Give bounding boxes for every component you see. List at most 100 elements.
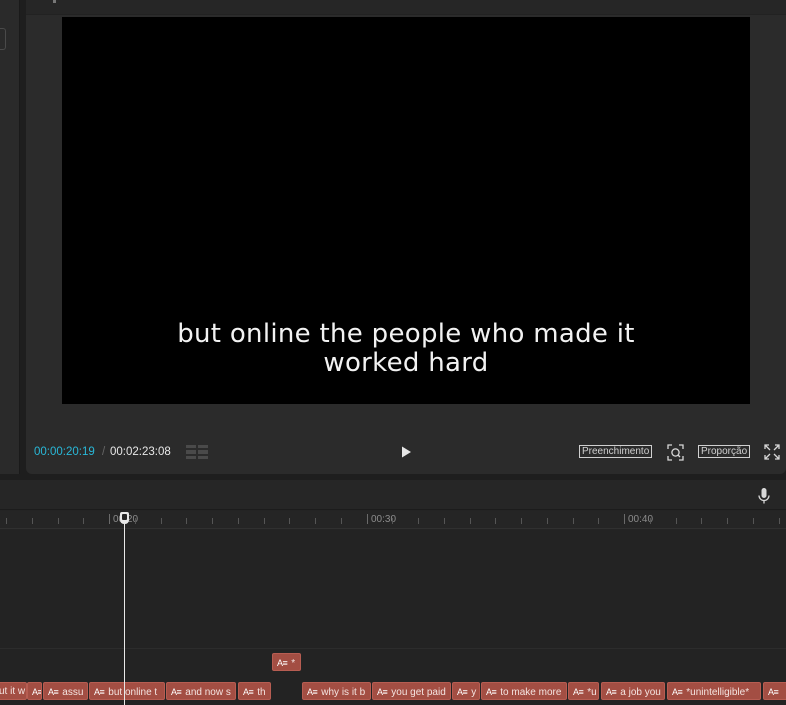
ruler-tick	[676, 518, 677, 524]
text-clip-icon: A≡	[377, 687, 388, 697]
panel-collapse-handle[interactable]	[0, 28, 6, 50]
time-ruler[interactable]: 00:20 00:30 00:40	[0, 511, 786, 529]
clip-label: th	[257, 687, 266, 698]
subtitle-clip[interactable]: A≡ assu	[43, 682, 88, 700]
text-clip-icon: A≡	[606, 687, 617, 697]
ruler-tick	[392, 518, 393, 524]
ruler-tick	[521, 518, 522, 524]
left-panel	[0, 0, 20, 474]
subtitle-clip-upper[interactable]: A≡ *	[272, 653, 301, 671]
subtitle-clip[interactable]: A≡	[27, 682, 42, 700]
video-preview[interactable]: but online the people who made it worked…	[62, 17, 750, 404]
ruler-tick	[83, 518, 84, 524]
subtitle-clip[interactable]: A≡ you get paid	[372, 682, 451, 700]
clip-label: but online t	[108, 687, 158, 698]
clip-label: *	[291, 658, 296, 669]
subtitle-clip[interactable]: A≡ and now s	[166, 682, 236, 700]
grid-view-icon[interactable]	[186, 445, 208, 459]
ruler-tick	[238, 518, 239, 524]
header-marker	[53, 0, 56, 3]
clip-label: you get paid	[391, 687, 446, 698]
text-clip-icon: A≡	[48, 687, 59, 697]
ruler-tick	[753, 518, 754, 524]
text-clip-icon: A≡	[171, 687, 182, 697]
text-clip-icon: A≡	[94, 687, 105, 697]
ruler-tick	[624, 514, 625, 524]
clip-label: and now s	[185, 687, 231, 698]
timeline-toolbar	[0, 480, 786, 510]
current-timecode: 00:00:20:19	[34, 446, 95, 458]
subtitle-clip[interactable]: A≡ but online t	[89, 682, 165, 700]
timecode-separator: /	[102, 446, 106, 458]
editor-window: but online the people who made it worked…	[0, 0, 786, 705]
ruler-tick	[779, 518, 780, 524]
text-clip-icon: A≡	[243, 687, 254, 697]
fill-mode-button[interactable]: Preenchimento	[579, 445, 653, 458]
ruler-tick	[495, 518, 496, 524]
subtitle-caption: but online the people who made it worked…	[62, 320, 750, 378]
text-clip-icon: A≡	[277, 658, 288, 668]
ruler-tick	[341, 518, 342, 524]
ruler-tick	[264, 518, 265, 524]
ruler-tick	[161, 518, 162, 524]
caption-line-1: but online the people who made it	[177, 319, 635, 349]
microphone-icon[interactable]	[756, 487, 772, 505]
ruler-tick	[212, 518, 213, 524]
player-controls: 00:00:20:19 / 00:02:23:08 Preenchimento …	[26, 438, 786, 466]
text-clip-icon: A≡	[457, 687, 468, 697]
play-icon[interactable]	[398, 444, 414, 460]
ruler-tick	[315, 518, 316, 524]
clip-label: a job you	[620, 687, 661, 698]
aspect-ratio-button[interactable]: Proporção	[698, 445, 751, 458]
text-clip-icon: A≡	[768, 687, 779, 697]
track-divider	[0, 648, 786, 649]
subtitle-clip[interactable]: A≡ why is it b	[302, 682, 371, 700]
fullscreen-icon[interactable]	[764, 444, 780, 460]
clip-label: why is it b	[321, 687, 366, 698]
ruler-tick	[650, 518, 651, 524]
clip-label: y	[471, 687, 477, 698]
ruler-tick	[289, 518, 290, 524]
text-clip-icon: A≡	[486, 687, 497, 697]
text-clip-icon: A≡	[307, 687, 318, 697]
text-clip-icon: A≡	[573, 687, 584, 697]
ruler-tick	[470, 518, 471, 524]
ruler-tick	[58, 518, 59, 524]
focus-frame-icon[interactable]	[667, 444, 684, 461]
subtitle-clip[interactable]: A≡	[763, 682, 786, 700]
clip-label: ut it w	[0, 686, 26, 697]
clip-label: *unintelligible*	[686, 687, 750, 698]
subtitle-clip[interactable]: A≡ a job you	[601, 682, 665, 700]
subtitle-clip[interactable]: A≡ y	[452, 682, 480, 700]
subtitle-clip[interactable]: ut it w	[0, 682, 27, 700]
ruler-tick	[367, 514, 368, 524]
ruler-tick	[135, 518, 136, 524]
ruler-tick	[727, 518, 728, 524]
text-clip-icon: A≡	[32, 687, 42, 697]
ruler-tick	[109, 514, 110, 524]
ruler-tick	[186, 518, 187, 524]
timeline-panel: 00:20 00:30 00:40 A≡* ut it wA≡A≡assuA≡b…	[0, 480, 786, 705]
ruler-tick	[573, 518, 574, 524]
ruler-tick	[6, 518, 7, 524]
player-header	[26, 0, 786, 15]
ruler-tick	[444, 518, 445, 524]
text-clip-icon: A≡	[672, 687, 683, 697]
playhead-handle[interactable]	[120, 512, 129, 524]
clip-label: assu	[62, 687, 84, 698]
subtitle-clip[interactable]: A≡ *unintelligible*	[667, 682, 761, 700]
playhead-line	[124, 517, 125, 705]
ruler-tick	[32, 518, 33, 524]
clip-label: *u	[587, 687, 597, 698]
ruler-tick	[418, 518, 419, 524]
track-area[interactable]: A≡ * ut it w A≡ A≡ assu A≡ but online t A≡ and n…	[0, 530, 786, 705]
caption-line-2: worked hard	[323, 348, 489, 378]
ruler-tick	[598, 518, 599, 524]
ruler-tick	[547, 518, 548, 524]
subtitle-clip[interactable]: A≡ *u	[568, 682, 599, 700]
total-timecode: 00:02:23:08	[110, 446, 171, 458]
ruler-tick	[701, 518, 702, 524]
subtitle-clip[interactable]: A≡ th	[238, 682, 271, 700]
clip-label: to make more	[500, 687, 562, 698]
subtitle-clip[interactable]: A≡ to make more	[481, 682, 567, 700]
